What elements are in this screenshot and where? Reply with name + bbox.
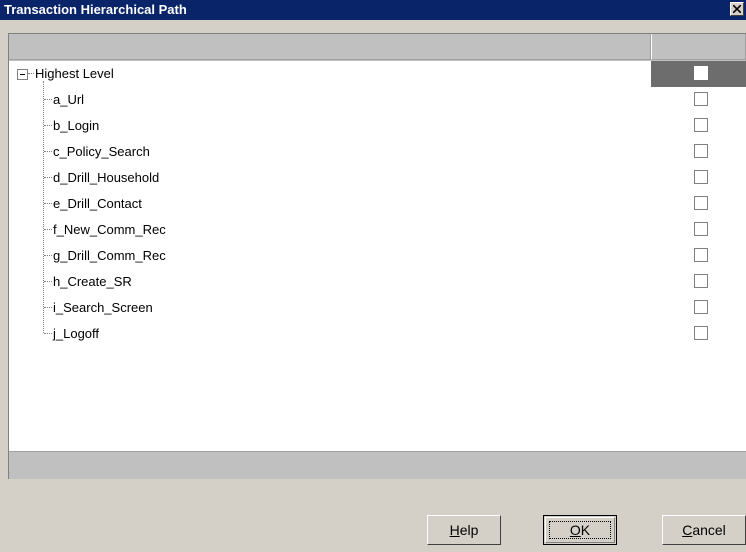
tree-item-row[interactable]: b_Login bbox=[9, 113, 746, 139]
tree-connector bbox=[44, 99, 52, 100]
tree-connector bbox=[44, 229, 52, 230]
tree-connector bbox=[44, 125, 52, 126]
cancel-button[interactable]: Cancel bbox=[662, 515, 746, 545]
tree-connector bbox=[28, 73, 34, 74]
cancel-mnemonic: C bbox=[682, 522, 693, 538]
ok-label: K bbox=[580, 522, 591, 538]
grid-footer bbox=[9, 451, 746, 479]
tree-connector bbox=[44, 307, 52, 308]
tree-item-label: c_Policy_Search bbox=[53, 144, 150, 159]
tree-connector bbox=[44, 333, 52, 334]
tree-item-label: h_Create_SR bbox=[53, 274, 132, 289]
cancel-label: ancel bbox=[692, 522, 726, 538]
tree-item-label: d_Drill_Household bbox=[53, 170, 160, 185]
tree-item-row[interactable]: h_Create_SR bbox=[9, 269, 746, 295]
header-name-column[interactable] bbox=[9, 34, 651, 60]
tree-item-row[interactable]: d_Drill_Household bbox=[9, 165, 746, 191]
tree-item-row[interactable]: i_Search_Screen bbox=[9, 295, 746, 321]
tree-root-row[interactable]: Highest Level bbox=[9, 61, 746, 87]
tree-grid: Highest Level a_Url b_Login c_Policy_Searc… bbox=[8, 33, 746, 479]
close-button[interactable] bbox=[730, 2, 744, 16]
tree-connector bbox=[44, 177, 52, 178]
item-checkbox[interactable] bbox=[694, 326, 708, 340]
tree-item-row[interactable]: j_Logoff bbox=[9, 321, 746, 347]
root-check-cell bbox=[651, 61, 746, 87]
help-button[interactable]: Help bbox=[427, 515, 501, 545]
item-checkbox[interactable] bbox=[694, 170, 708, 184]
header-check-column[interactable] bbox=[651, 34, 746, 60]
help-mnemonic: H bbox=[449, 522, 460, 538]
ok-button[interactable]: OK bbox=[543, 515, 617, 545]
help-label: elp bbox=[459, 522, 479, 538]
tree-connector bbox=[44, 151, 52, 152]
item-checkbox[interactable] bbox=[694, 274, 708, 288]
item-checkbox[interactable] bbox=[694, 118, 708, 132]
tree-item-label: f_New_Comm_Rec bbox=[53, 222, 166, 237]
item-checkbox[interactable] bbox=[694, 144, 708, 158]
item-checkbox[interactable] bbox=[694, 248, 708, 262]
tree-item-row[interactable]: e_Drill_Contact bbox=[9, 191, 746, 217]
tree-item-row[interactable]: f_New_Comm_Rec bbox=[9, 217, 746, 243]
title-bar: Transaction Hierarchical Path bbox=[0, 0, 746, 20]
tree-item-label: a_Url bbox=[53, 92, 85, 107]
root-checkbox[interactable] bbox=[694, 66, 708, 80]
window-title: Transaction Hierarchical Path bbox=[4, 2, 187, 17]
tree-root-label: Highest Level bbox=[35, 66, 114, 81]
tree-item-label: j_Logoff bbox=[53, 326, 100, 341]
item-checkbox[interactable] bbox=[694, 196, 708, 210]
close-icon bbox=[733, 5, 741, 13]
tree-item-row[interactable]: c_Policy_Search bbox=[9, 139, 746, 165]
tree-connector bbox=[44, 255, 52, 256]
item-checkbox[interactable] bbox=[694, 222, 708, 236]
tree-item-label: g_Drill_Comm_Rec bbox=[53, 248, 166, 263]
tree-item-row[interactable]: a_Url bbox=[9, 87, 746, 113]
tree-item-row[interactable]: g_Drill_Comm_Rec bbox=[9, 243, 746, 269]
grid-header bbox=[9, 34, 746, 61]
collapse-icon[interactable] bbox=[17, 69, 28, 80]
ok-mnemonic: O bbox=[569, 522, 581, 538]
item-checkbox[interactable] bbox=[694, 92, 708, 106]
tree-item-label: e_Drill_Contact bbox=[53, 196, 142, 211]
tree-connector bbox=[44, 281, 52, 282]
tree-rows: Highest Level a_Url b_Login c_Policy_Searc… bbox=[9, 61, 746, 451]
item-checkbox[interactable] bbox=[694, 300, 708, 314]
tree-item-label: i_Search_Screen bbox=[53, 300, 153, 315]
tree-connector bbox=[44, 203, 52, 204]
tree-item-label: b_Login bbox=[53, 118, 100, 133]
